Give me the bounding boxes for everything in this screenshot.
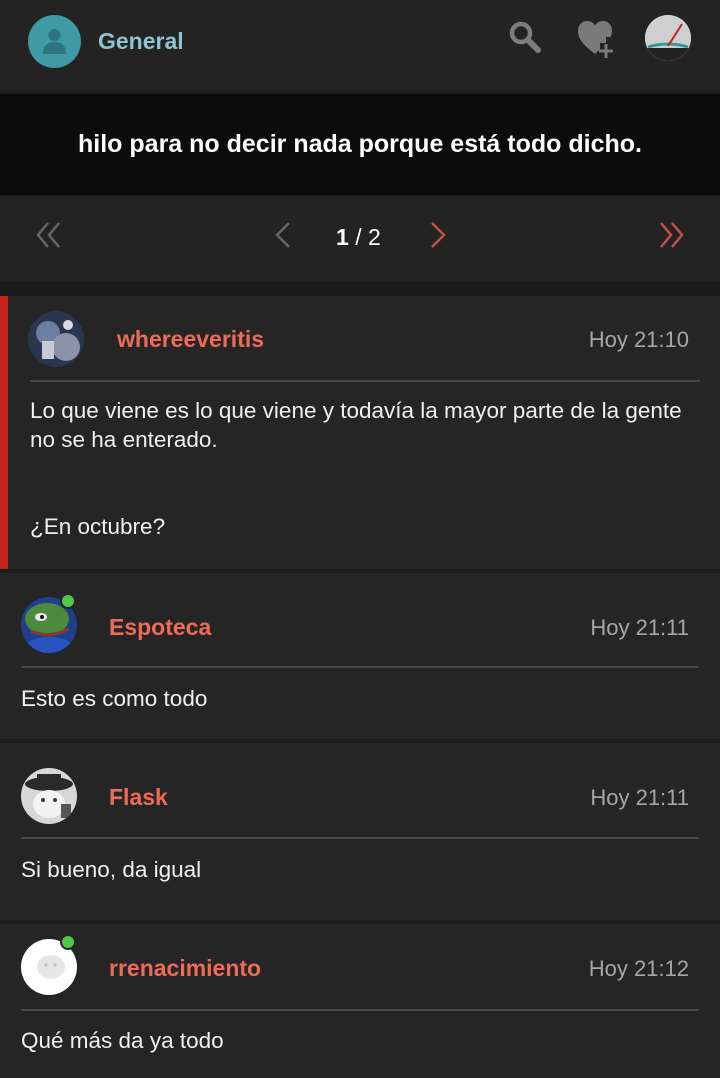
- user-icon: [43, 29, 66, 54]
- thread-title: hilo para no decir nada porque está todo…: [78, 130, 642, 158]
- prev-page-icon[interactable]: [273, 219, 293, 251]
- page-indicator: 1 / 2: [336, 224, 381, 251]
- online-indicator: [60, 934, 76, 950]
- post-item: whereeveritis Hoy 21:10 Lo que viene es …: [0, 296, 720, 569]
- author-name[interactable]: Espoteca: [109, 614, 211, 641]
- total-pages: 2: [367, 224, 381, 250]
- post-body: Si bueno, da igual: [21, 855, 681, 884]
- author-name[interactable]: whereeveritis: [117, 326, 264, 353]
- post-body: Esto es como todo: [21, 684, 681, 713]
- forum-avatar[interactable]: [28, 15, 81, 68]
- post-item: rrenacimiento Hoy 21:12 Qué más da ya to…: [0, 924, 720, 1078]
- post-paragraph: Qué más da ya todo: [21, 1028, 224, 1053]
- post-body: Qué más da ya todo: [21, 1026, 681, 1055]
- post-paragraph: Esto es como todo: [21, 686, 208, 711]
- author-avatar[interactable]: [21, 768, 77, 824]
- page-separator: /: [355, 224, 362, 250]
- profile-avatar[interactable]: [645, 15, 691, 61]
- post-time: Hoy 21:11: [590, 615, 689, 640]
- post-paragraph: Lo que viene es lo que viene y todavía l…: [30, 398, 682, 452]
- post-time: Hoy 21:11: [590, 785, 689, 810]
- post-paragraph: Si bueno, da igual: [21, 857, 202, 882]
- next-page-icon[interactable]: [428, 219, 448, 251]
- heart-plus-icon[interactable]: [576, 18, 620, 60]
- post-body: Lo que viene es lo que viene y todavía l…: [30, 396, 690, 541]
- post-paragraph: ¿En octubre?: [30, 514, 166, 539]
- divider: [21, 1009, 699, 1011]
- first-page-icon[interactable]: [36, 219, 62, 251]
- last-page-icon[interactable]: [658, 219, 684, 251]
- author-avatar[interactable]: [28, 311, 84, 367]
- divider: [21, 666, 699, 668]
- post-time: Hoy 21:10: [588, 327, 689, 352]
- current-page: 1: [336, 224, 349, 250]
- pagination-bar: 1 / 2: [0, 197, 720, 281]
- thread-title-band: hilo para no decir nada porque está todo…: [0, 94, 720, 195]
- post-item: Flask Hoy 21:11 Si bueno, da igual: [0, 743, 720, 920]
- top-bar: General: [0, 0, 720, 92]
- divider: [30, 380, 700, 382]
- forum-name[interactable]: General: [98, 28, 184, 55]
- author-name[interactable]: rrenacimiento: [109, 955, 261, 982]
- divider: [21, 837, 699, 839]
- author-name[interactable]: Flask: [109, 784, 168, 811]
- search-icon[interactable]: [508, 20, 542, 54]
- post-item: Espoteca Hoy 21:11 Esto es como todo: [0, 573, 720, 739]
- online-indicator: [60, 593, 76, 609]
- post-time: Hoy 21:12: [588, 956, 689, 981]
